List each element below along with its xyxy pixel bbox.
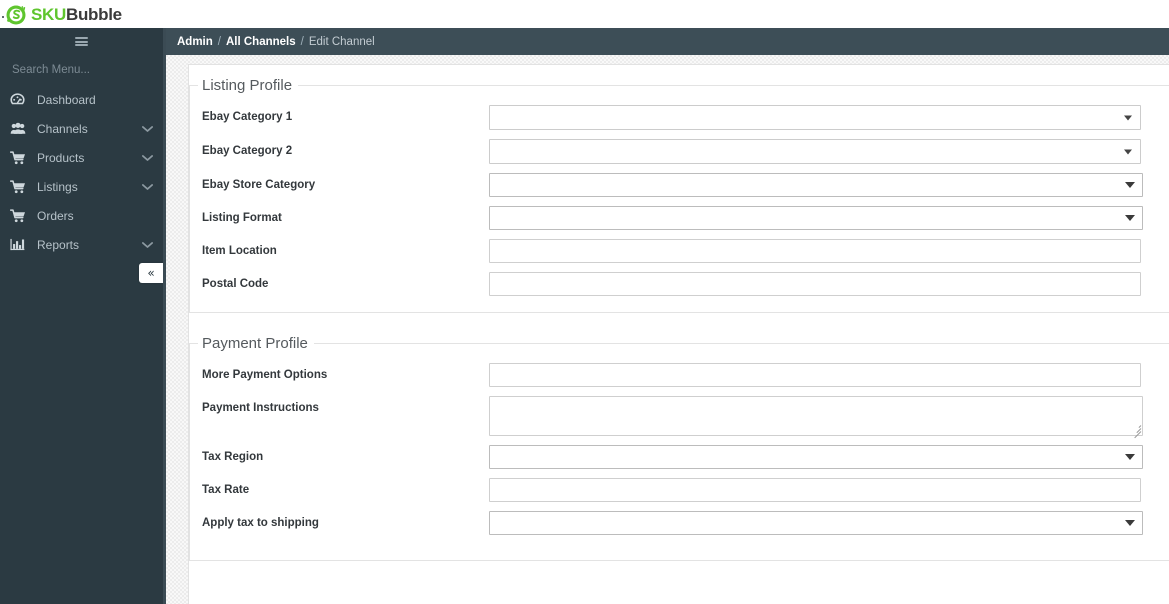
form-row-item-location: Item Location — [190, 239, 1169, 263]
sidebar-item-label: Channels — [37, 121, 88, 136]
logo[interactable]: SKUBubble — [0, 0, 122, 28]
chevron-down-icon[interactable] — [142, 154, 153, 162]
section-legend: Payment Profile — [202, 335, 308, 352]
chevron-down-icon[interactable] — [142, 183, 153, 191]
skububble-logo-icon — [5, 3, 28, 26]
sidebar-item-label: Orders — [37, 208, 74, 223]
cart-icon — [10, 208, 30, 223]
logo-text: SKUBubble — [31, 3, 122, 26]
topbar: Admin / All Channels / Edit Channel — [166, 28, 1169, 55]
breadcrumb-separator: / — [217, 35, 221, 48]
sidebar-item-channels[interactable]: Channels — [0, 114, 163, 143]
breadcrumb: Admin / All Channels / Edit Channel — [177, 36, 375, 48]
logo-text-sku: SKU — [31, 4, 66, 24]
field-control — [489, 173, 1143, 197]
field-label: Ebay Store Category — [202, 179, 316, 191]
field-control — [489, 139, 1141, 164]
field-control — [489, 239, 1141, 263]
payment-profile-section: Payment Profile More Payment Options Pay… — [189, 335, 1169, 561]
sidebar-item-orders[interactable]: Orders — [0, 201, 163, 230]
caret-down-icon — [1125, 182, 1135, 188]
logo-dot — [2, 16, 4, 18]
sidebar: Dashboard Channels Prod — [0, 28, 163, 604]
caret-down-icon — [1125, 454, 1135, 460]
double-chevron-left-icon: « — [147, 266, 155, 280]
tax-rate-input[interactable] — [489, 478, 1141, 502]
field-label: Ebay Category 2 — [202, 145, 293, 157]
field-control — [489, 105, 1141, 130]
content-panel: Listing Profile Ebay Category 1 Ebay Cat… — [188, 64, 1169, 604]
more-payment-options-input[interactable] — [489, 363, 1141, 387]
logo-text-bubble: Bubble — [66, 4, 122, 24]
field-control — [489, 206, 1143, 230]
form-row-ebay-category-1: Ebay Category 1 — [190, 105, 1169, 130]
sidebar-item-reports[interactable]: Reports — [0, 230, 163, 259]
sidebar-item-label: Listings — [37, 179, 78, 194]
sidebar-collapse-button[interactable]: « — [139, 263, 163, 283]
channels-icon — [10, 122, 30, 135]
field-label: Apply tax to shipping — [202, 517, 319, 529]
search-input[interactable] — [12, 64, 152, 76]
field-label: Tax Region — [202, 451, 264, 463]
cart-icon — [10, 150, 30, 165]
field-label: Postal Code — [202, 278, 269, 290]
ebay-category-1-select[interactable] — [489, 105, 1141, 130]
form-row-more-payment-options: More Payment Options — [190, 363, 1169, 387]
breadcrumb-separator: / — [300, 35, 304, 48]
menu-search[interactable] — [0, 55, 163, 85]
postal-code-input[interactable] — [489, 272, 1141, 296]
form-row-ebay-category-2: Ebay Category 2 — [190, 139, 1169, 164]
field-control — [489, 445, 1143, 469]
caret-down-icon — [1124, 115, 1132, 120]
form-row-apply-tax-to-shipping: Apply tax to shipping — [190, 511, 1169, 535]
breadcrumb-item-admin[interactable]: Admin — [177, 36, 213, 48]
sidebar-toggle-row — [0, 28, 163, 55]
sidebar-item-label: Dashboard — [37, 92, 96, 107]
form-row-tax-region: Tax Region — [190, 445, 1169, 469]
chevron-down-icon[interactable] — [142, 241, 153, 249]
field-label: Payment Instructions — [202, 402, 319, 414]
form-row-postal-code: Postal Code — [190, 272, 1169, 296]
caret-down-icon — [1124, 149, 1132, 154]
chevron-down-icon[interactable] — [142, 125, 153, 133]
field-control — [489, 272, 1141, 296]
listing-format-select[interactable] — [489, 206, 1143, 230]
caret-down-icon — [1125, 215, 1135, 221]
payment-instructions-textarea[interactable] — [489, 396, 1143, 436]
sidebar-item-products[interactable]: Products — [0, 143, 163, 172]
form-row-listing-format: Listing Format — [190, 206, 1169, 230]
apply-tax-to-shipping-select[interactable] — [489, 511, 1143, 535]
sidebar-item-label: Products — [37, 150, 85, 165]
sidebar-item-label: Reports — [37, 237, 80, 252]
sidebar-item-dashboard[interactable]: Dashboard — [0, 85, 163, 114]
cart-icon — [10, 179, 30, 194]
form-row-tax-rate: Tax Rate — [190, 478, 1169, 502]
field-control — [489, 478, 1141, 502]
reports-icon — [10, 238, 30, 251]
form-row-payment-instructions: Payment Instructions — [190, 396, 1169, 439]
field-control — [489, 396, 1143, 439]
field-label: Item Location — [202, 245, 277, 257]
dashboard-icon — [10, 93, 30, 106]
field-label: Tax Rate — [202, 484, 250, 496]
caret-down-icon — [1125, 520, 1135, 526]
item-location-input[interactable] — [489, 239, 1141, 263]
listing-profile-section: Listing Profile Ebay Category 1 Ebay Cat… — [189, 77, 1169, 313]
section-legend: Listing Profile — [202, 77, 293, 94]
page-background: Listing Profile Ebay Category 1 Ebay Cat… — [166, 55, 1169, 604]
hamburger-icon[interactable] — [75, 37, 88, 46]
breadcrumb-item-edit-channel: Edit Channel — [308, 35, 375, 48]
field-label: Listing Format — [202, 212, 282, 224]
breadcrumb-item-all-channels[interactable]: All Channels — [226, 36, 296, 48]
ebay-store-category-select[interactable] — [489, 173, 1143, 197]
sidebar-item-listings[interactable]: Listings — [0, 172, 163, 201]
ebay-category-2-select[interactable] — [489, 139, 1141, 164]
field-control — [489, 511, 1143, 535]
field-control — [489, 363, 1141, 387]
field-label: More Payment Options — [202, 369, 328, 381]
brand-bar: SKUBubble — [0, 0, 1169, 28]
form-row-ebay-store-category: Ebay Store Category — [190, 173, 1169, 197]
tax-region-select[interactable] — [489, 445, 1143, 469]
field-label: Ebay Category 1 — [202, 111, 293, 123]
